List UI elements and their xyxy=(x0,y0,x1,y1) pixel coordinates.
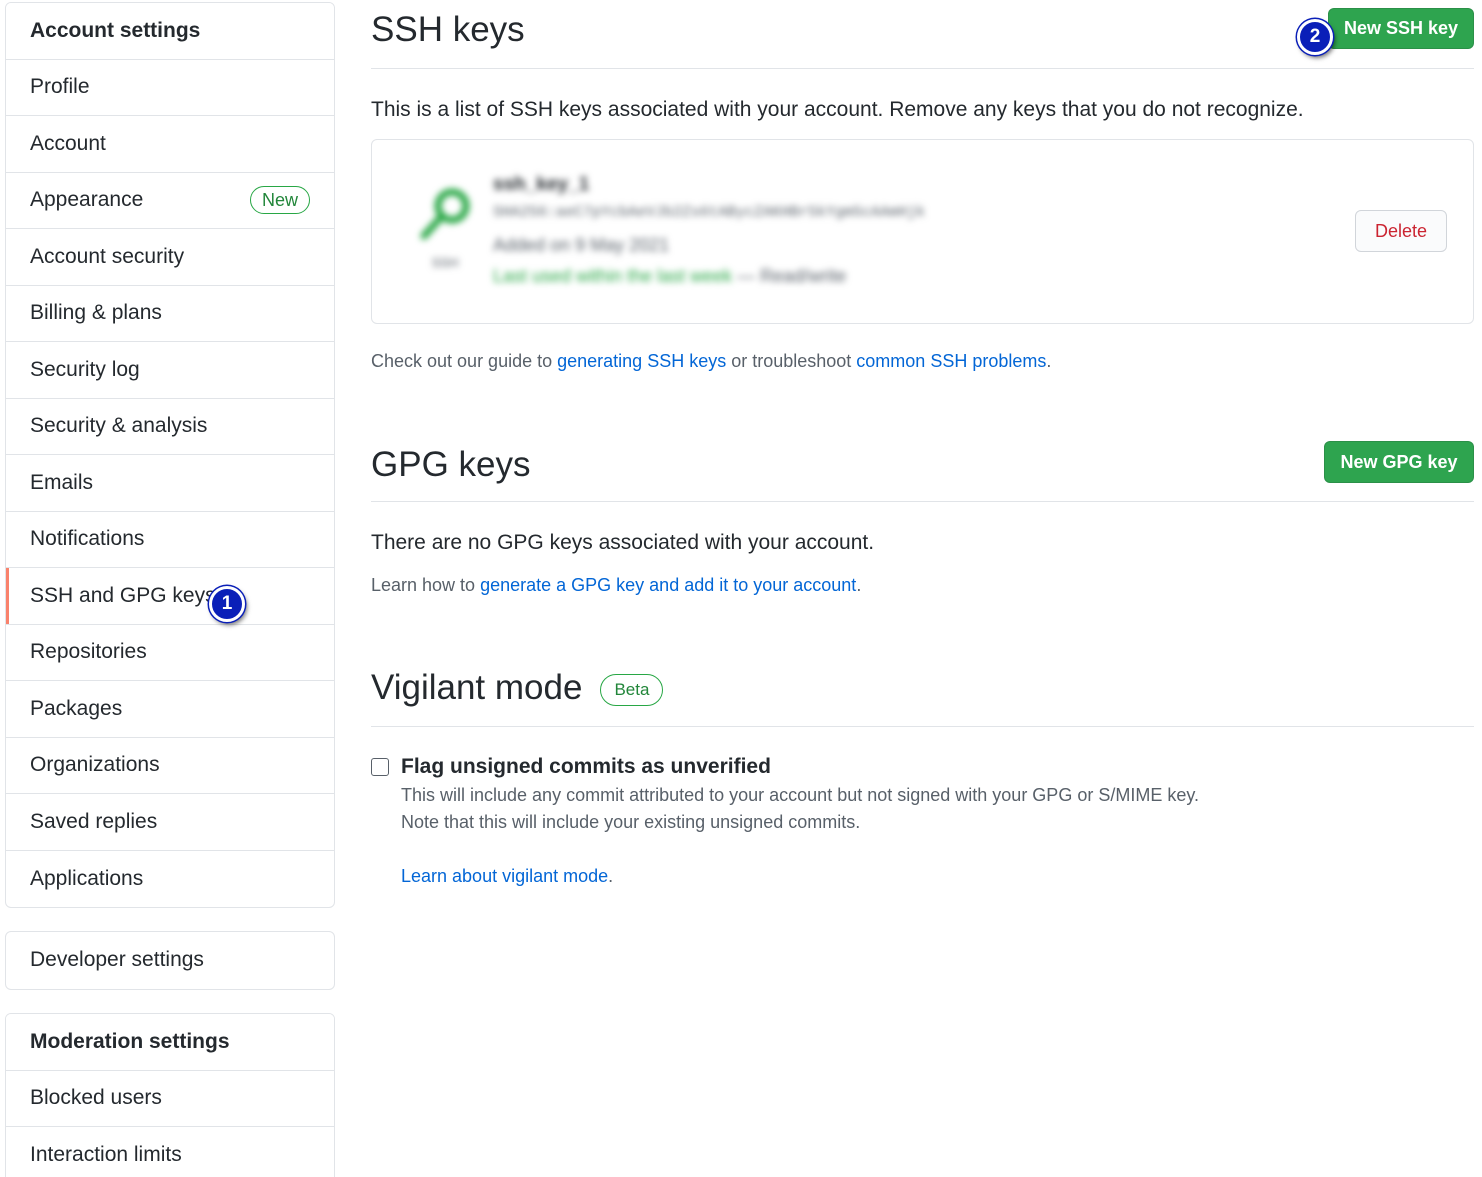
key-icon: SSH xyxy=(414,184,476,274)
gpg-keys-title: GPG keys xyxy=(371,445,531,484)
moderation-settings-menu: Moderation settings Blocked users Intera… xyxy=(5,1013,335,1177)
gpg-empty-text: There are no GPG keys associated with yo… xyxy=(371,531,875,554)
sidebar-item-organizations[interactable]: Organizations xyxy=(6,738,334,794)
vigilant-checkbox-row: Flag unsigned commits as unverified This… xyxy=(371,755,1474,895)
sidebar-item-account-security[interactable]: Account security xyxy=(6,229,334,286)
sidebar-item-saved-replies[interactable]: Saved replies xyxy=(6,794,334,851)
new-gpg-key-button[interactable]: New GPG key xyxy=(1324,441,1474,483)
sidebar-item-ssh-gpg-keys[interactable]: SSH and GPG keys xyxy=(6,568,334,625)
vigilant-mode-title: Vigilant mode xyxy=(371,668,583,707)
common-ssh-problems-link[interactable]: common SSH problems xyxy=(856,351,1046,371)
ssh-key-item: SSH ssh_key_1 SHA256:aeC7pYcbAeVJb2Zs6tA… xyxy=(371,139,1474,324)
account-settings-header: Account settings xyxy=(6,3,334,60)
step-marker-1: 1 xyxy=(209,586,245,622)
ssh-key-fingerprint: SHA256:aeC7pYcbAeVJb2Zs6tABycZAKHBr5kYgm… xyxy=(493,204,926,221)
beta-badge: Beta xyxy=(600,673,664,706)
step-marker-2: 2 xyxy=(1297,19,1333,55)
generating-ssh-keys-link[interactable]: generating SSH keys xyxy=(557,351,726,371)
vigilant-mode-header: Vigilant mode Beta xyxy=(371,662,1474,727)
learn-vigilant-mode-link[interactable]: Learn about vigilant mode xyxy=(401,866,608,886)
developer-settings-menu: Developer settings xyxy=(5,931,335,990)
sidebar-item-appearance[interactable]: Appearance New xyxy=(6,173,334,229)
new-ssh-key-button[interactable]: New SSH key xyxy=(1328,8,1474,49)
ssh-key-last-used-row: Last used within the last week — Read/wr… xyxy=(493,266,847,286)
sidebar-item-account[interactable]: Account xyxy=(6,116,334,173)
ssh-keys-description: This is a list of SSH keys associated wi… xyxy=(371,98,1304,121)
sidebar-item-security-analysis[interactable]: Security & analysis xyxy=(6,399,334,455)
ssh-key-added-date: Added on 9 May 2021 xyxy=(493,235,670,255)
ssh-key-access: Read/write xyxy=(760,266,847,286)
gpg-keys-header: GPG keys New GPG key xyxy=(371,437,1474,502)
ssh-icon-label: SSH xyxy=(431,255,459,270)
vigilant-mode-heading: Vigilant mode Beta xyxy=(371,668,664,709)
flag-unsigned-commits-label[interactable]: Flag unsigned commits as unverified xyxy=(401,755,771,779)
sidebar-item-profile[interactable]: Profile xyxy=(6,60,334,116)
delete-ssh-key-button[interactable]: Delete xyxy=(1355,210,1447,252)
sidebar-item-notifications[interactable]: Notifications xyxy=(6,512,334,568)
ssh-key-details: ssh_key_1 SHA256:aeC7pYcbAeVJb2Zs6tABycZ… xyxy=(493,174,925,287)
vigilant-note-1: This will include any commit attributed … xyxy=(401,785,1200,805)
sidebar-item-packages[interactable]: Packages xyxy=(6,681,334,738)
gpg-learn-text: Learn how to generate a GPG key and add … xyxy=(371,575,862,595)
sidebar-item-security-log[interactable]: Security log xyxy=(6,342,334,399)
ssh-keys-title: SSH keys xyxy=(371,10,525,49)
sidebar-item-applications[interactable]: Applications xyxy=(6,851,334,908)
sidebar-item-developer-settings[interactable]: Developer settings xyxy=(6,932,334,989)
generate-gpg-key-link[interactable]: generate a GPG key and add it to your ac… xyxy=(480,575,856,595)
ssh-key-name: ssh_key_1 xyxy=(493,174,590,195)
sidebar-item-repositories[interactable]: Repositories xyxy=(6,625,334,681)
ssh-guide-text: Check out our guide to generating SSH ke… xyxy=(371,351,1052,371)
account-settings-menu: Account settings Profile Account Appeara… xyxy=(5,2,335,908)
sidebar-item-emails[interactable]: Emails xyxy=(6,455,334,512)
sidebar-item-blocked-users[interactable]: Blocked users xyxy=(6,1071,334,1127)
sidebar-item-billing[interactable]: Billing & plans xyxy=(6,286,334,342)
ssh-key-last-used: Last used within the last week xyxy=(493,266,733,286)
sidebar-item-interaction-limits[interactable]: Interaction limits xyxy=(6,1127,334,1177)
moderation-settings-header: Moderation settings xyxy=(6,1014,334,1071)
vigilant-note-2: Note that this will include your existin… xyxy=(401,812,861,832)
flag-unsigned-commits-checkbox[interactable] xyxy=(371,758,389,776)
new-badge: New xyxy=(249,186,310,215)
vigilant-learn-text: Learn about vigilant mode. xyxy=(401,866,614,886)
